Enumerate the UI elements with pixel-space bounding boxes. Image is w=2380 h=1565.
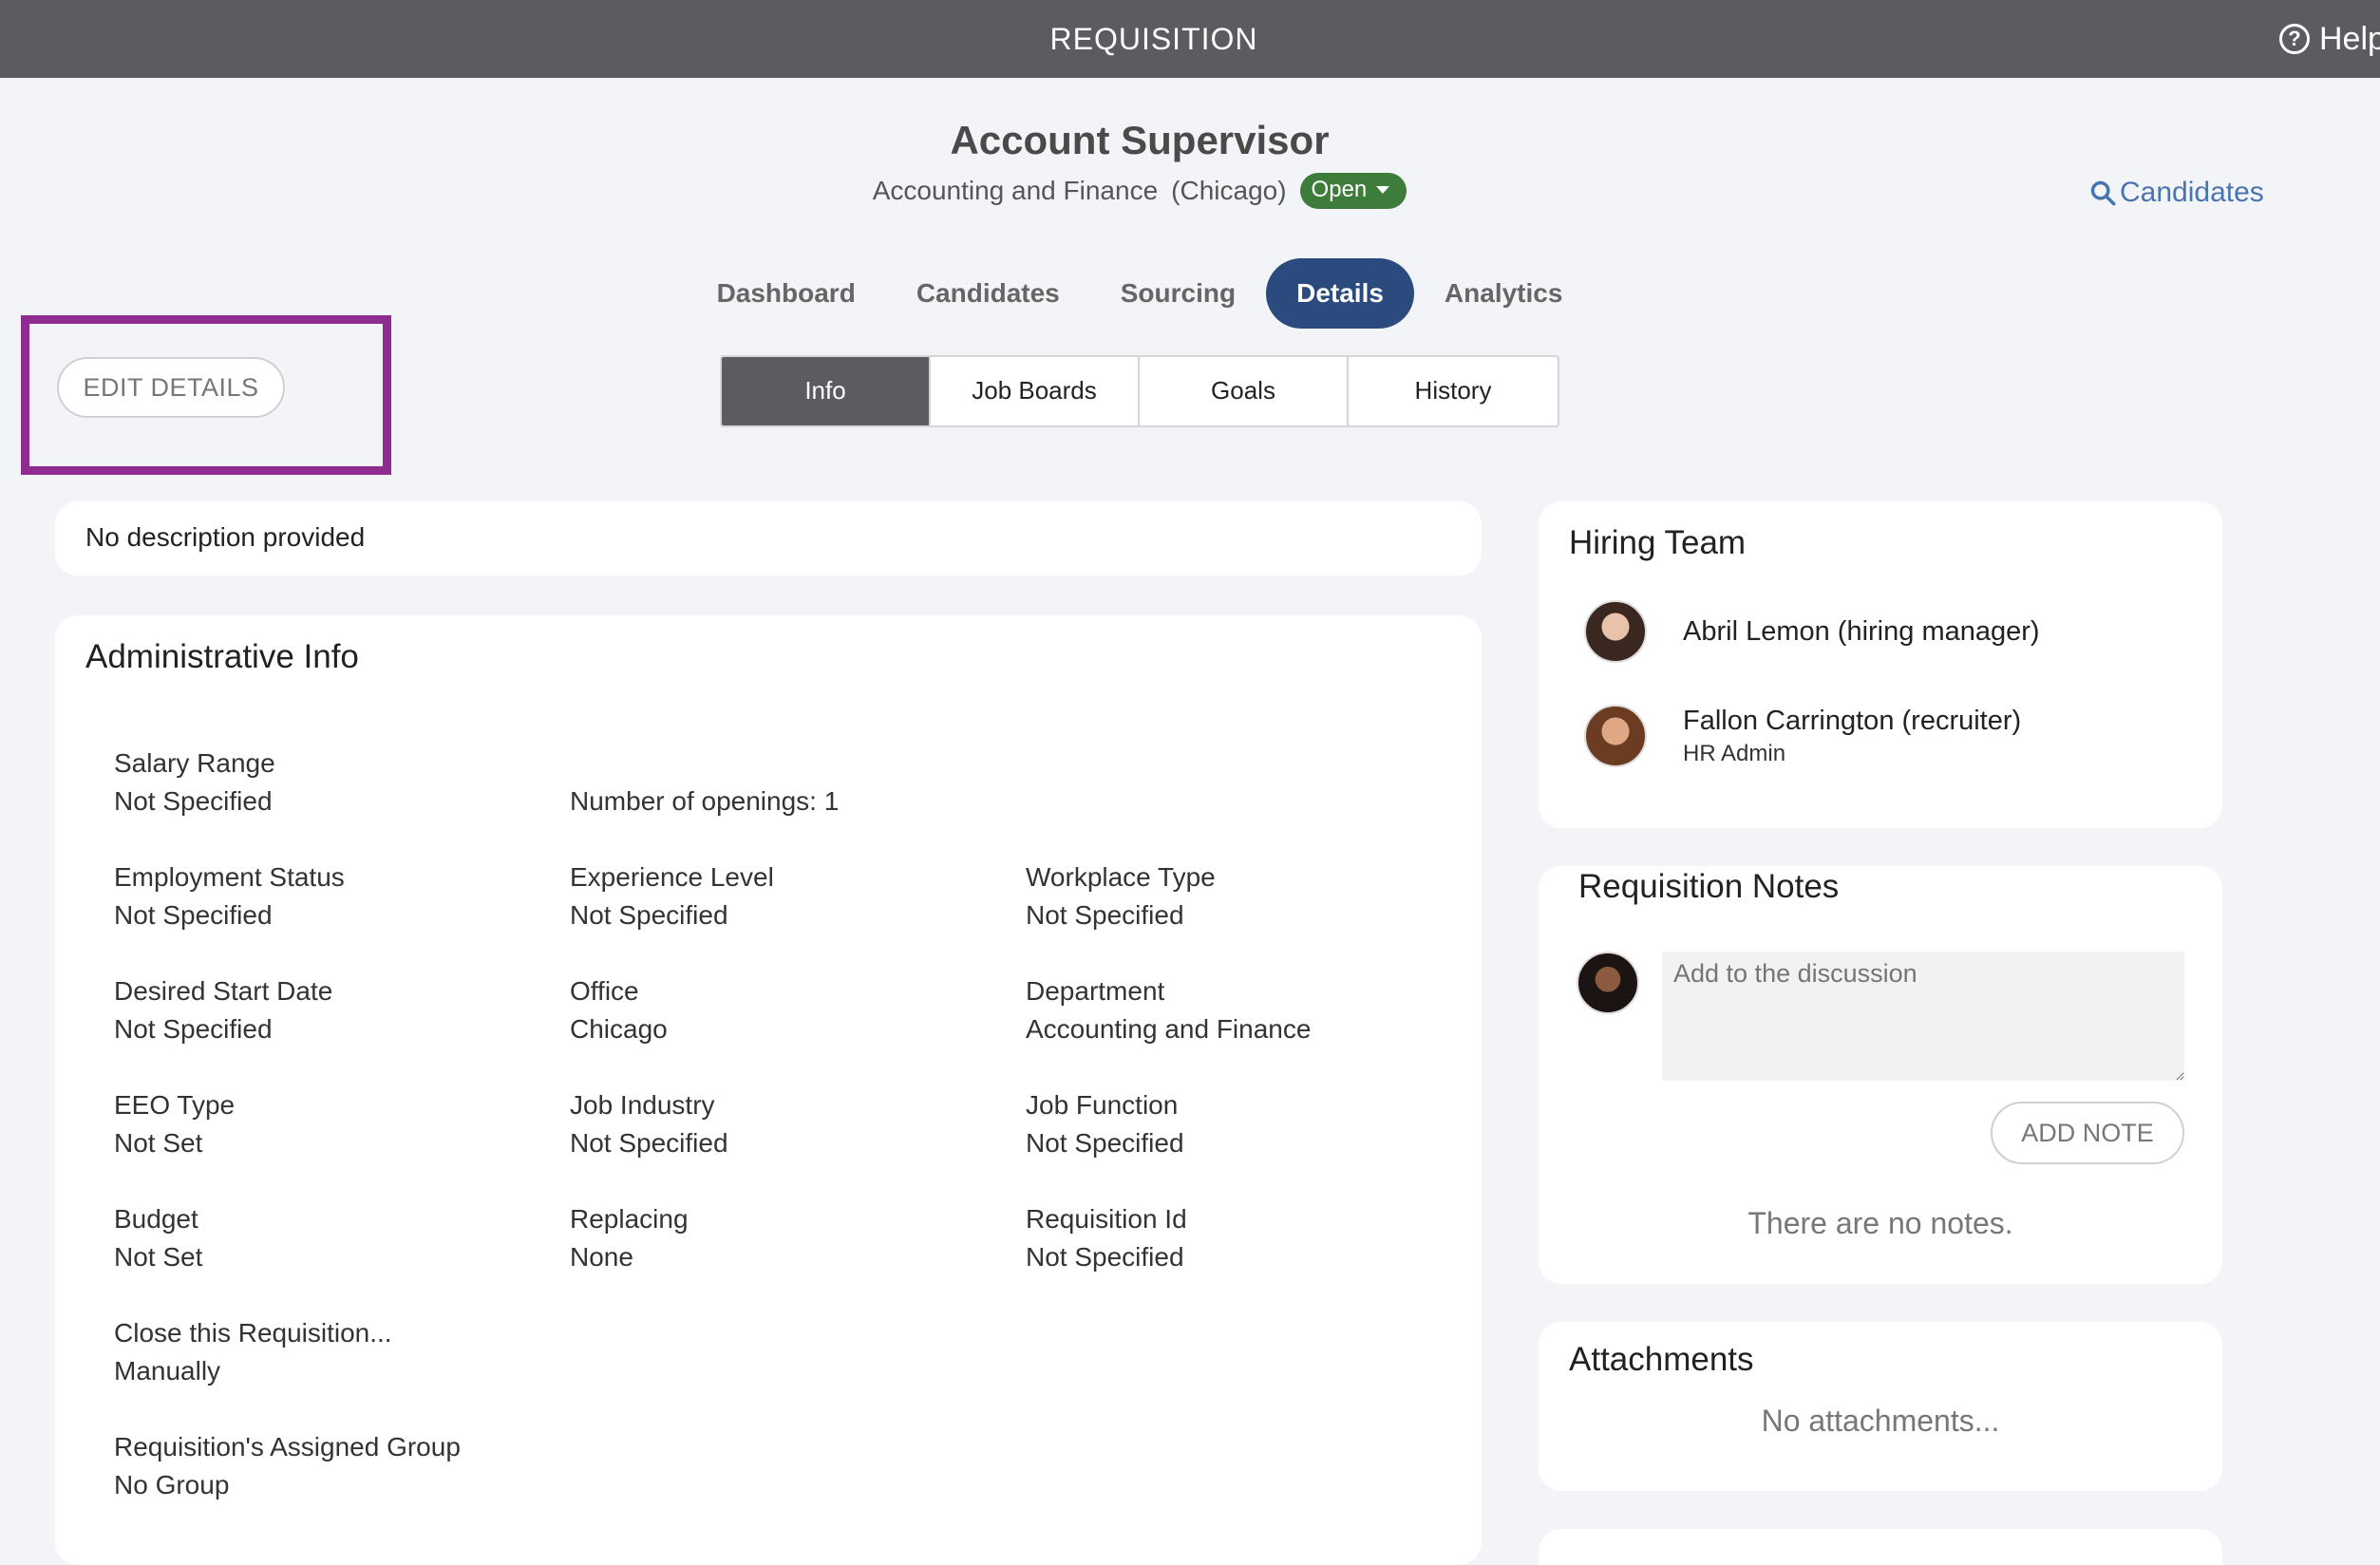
field-value: Number of openings: 1 <box>570 786 840 816</box>
close-requisition-field: Close this Requisition... Manually <box>114 1314 392 1390</box>
job-location: (Chicago) <box>1171 176 1287 205</box>
field-value: Not Specified <box>570 1128 728 1158</box>
tab-details[interactable]: Details <box>1266 258 1414 329</box>
field-label: Office <box>570 976 639 1006</box>
field-value: Not Set <box>114 1128 203 1158</box>
page-section-title: REQUISITION <box>1049 22 1258 56</box>
description-card: No description provided <box>55 501 1482 575</box>
description-text: No description provided <box>85 522 366 552</box>
field-value: Not Specified <box>1026 900 1184 930</box>
subtab-info[interactable]: Info <box>722 357 931 425</box>
candidates-search-link[interactable]: Candidates <box>2089 177 2264 209</box>
notes-heading: Requisition Notes <box>1578 868 1840 905</box>
administrative-info-card: Administrative Info Salary Range Not Spe… <box>55 615 1482 1565</box>
member-name: Fallon Carrington (recruiter) <box>1683 705 2022 736</box>
status-dropdown[interactable]: Open <box>1299 173 1407 209</box>
tab-sourcing[interactable]: Sourcing <box>1090 258 1266 329</box>
job-function-field: Job Function Not Specified <box>1026 1086 1184 1162</box>
office-field: Office Chicago <box>570 972 668 1048</box>
field-value: Chicago <box>570 1014 668 1044</box>
field-label: Replacing <box>570 1204 689 1234</box>
tab-candidates[interactable]: Candidates <box>886 258 1090 329</box>
job-subtitle: Accounting and Finance (Chicago) Open <box>0 173 2279 209</box>
hiring-team-heading: Hiring Team <box>1569 524 1747 561</box>
team-member[interactable]: Abril Lemon (hiring manager) <box>1584 600 2040 663</box>
member-role: HR Admin <box>1683 740 1786 766</box>
note-input[interactable] <box>1662 952 2184 1081</box>
no-notes-text: There are no notes. <box>1747 1206 2013 1240</box>
subtab-goals[interactable]: Goals <box>1140 357 1349 425</box>
field-label: Close this Requisition... <box>114 1318 392 1348</box>
salary-range-field: Salary Range Not Specified <box>114 745 275 820</box>
desired-start-date-field: Desired Start Date Not Specified <box>114 972 332 1048</box>
member-name: Abril Lemon (hiring manager) <box>1683 615 2040 647</box>
administrative-info-heading: Administrative Info <box>85 638 359 675</box>
job-title: Account Supervisor <box>950 118 1330 162</box>
job-department: Accounting and Finance <box>872 176 1159 205</box>
candidates-link-label: Candidates <box>2120 177 2264 208</box>
field-value: Not Set <box>114 1242 203 1272</box>
search-icon <box>2090 180 2116 206</box>
eeo-type-field: EEO Type Not Set <box>114 1086 235 1162</box>
field-label: Requisition Id <box>1026 1204 1187 1234</box>
tab-analytics[interactable]: Analytics <box>1414 258 1594 329</box>
workplace-type-field: Workplace Type Not Specified <box>1026 858 1216 934</box>
field-label: Desired Start Date <box>114 976 333 1006</box>
job-industry-field: Job Industry Not Specified <box>570 1086 728 1162</box>
caret-down-icon <box>1376 186 1390 194</box>
attachments-heading: Attachments <box>1569 1341 1754 1378</box>
field-label: Experience Level <box>570 862 774 892</box>
additional-card <box>1539 1529 2222 1565</box>
field-label: Department <box>1026 976 1165 1006</box>
field-value: Not Specified <box>570 900 728 930</box>
requisition-id-field: Requisition Id Not Specified <box>1026 1200 1187 1276</box>
field-value: None <box>570 1242 633 1272</box>
employment-status-field: Employment Status Not Specified <box>114 858 345 934</box>
field-value: Not Specified <box>1026 1242 1184 1272</box>
subtab-history[interactable]: History <box>1349 357 1558 425</box>
top-bar: REQUISITION ? Help <box>0 0 2380 78</box>
field-label: Requisition's Assigned Group <box>114 1432 461 1461</box>
openings-field: Number of openings: 1 <box>570 782 839 820</box>
add-note-button[interactable]: ADD NOTE <box>1991 1102 2184 1164</box>
team-member[interactable]: Fallon Carrington (recruiter) HR Admin <box>1584 705 2021 767</box>
requisition-notes-card: Requisition Notes ADD NOTE There are no … <box>1539 866 2222 1284</box>
department-field: Department Accounting and Finance <box>1026 972 1311 1048</box>
field-label: Job Industry <box>570 1090 715 1120</box>
help-label: Help <box>2319 21 2380 57</box>
replacing-field: Replacing None <box>570 1200 689 1276</box>
field-value: Not Specified <box>1026 1128 1184 1158</box>
field-label: Job Function <box>1026 1090 1179 1120</box>
help-link[interactable]: ? Help <box>2279 0 2380 78</box>
edit-details-button[interactable]: EDIT DETAILS <box>57 357 285 418</box>
field-value: Manually <box>114 1356 221 1386</box>
hiring-team-card: Hiring Team Abril Lemon (hiring manager)… <box>1539 501 2222 828</box>
field-value: Not Specified <box>114 1014 273 1044</box>
field-value: No Group <box>114 1470 230 1499</box>
field-value: Not Specified <box>114 900 273 930</box>
tab-dashboard[interactable]: Dashboard <box>687 258 886 329</box>
attachments-card: Attachments No attachments... <box>1539 1322 2222 1491</box>
avatar <box>1584 705 1647 767</box>
field-label: Workplace Type <box>1026 862 1216 892</box>
sub-tabs: Info Job Boards Goals History <box>720 355 1559 427</box>
status-label: Open <box>1311 177 1368 202</box>
question-circle-icon: ? <box>2279 24 2310 54</box>
experience-level-field: Experience Level Not Specified <box>570 858 774 934</box>
field-label: Salary Range <box>114 748 275 778</box>
subtab-job-boards[interactable]: Job Boards <box>931 357 1140 425</box>
budget-field: Budget Not Set <box>114 1200 202 1276</box>
field-value: Accounting and Finance <box>1026 1014 1312 1044</box>
field-label: Employment Status <box>114 862 345 892</box>
avatar <box>1577 952 1639 1014</box>
avatar <box>1584 600 1647 663</box>
field-value: Not Specified <box>114 786 273 816</box>
assigned-group-field: Requisition's Assigned Group No Group <box>114 1428 461 1504</box>
no-attachments-text: No attachments... <box>1761 1404 2000 1438</box>
field-label: Budget <box>114 1204 198 1234</box>
field-label: EEO Type <box>114 1090 236 1120</box>
